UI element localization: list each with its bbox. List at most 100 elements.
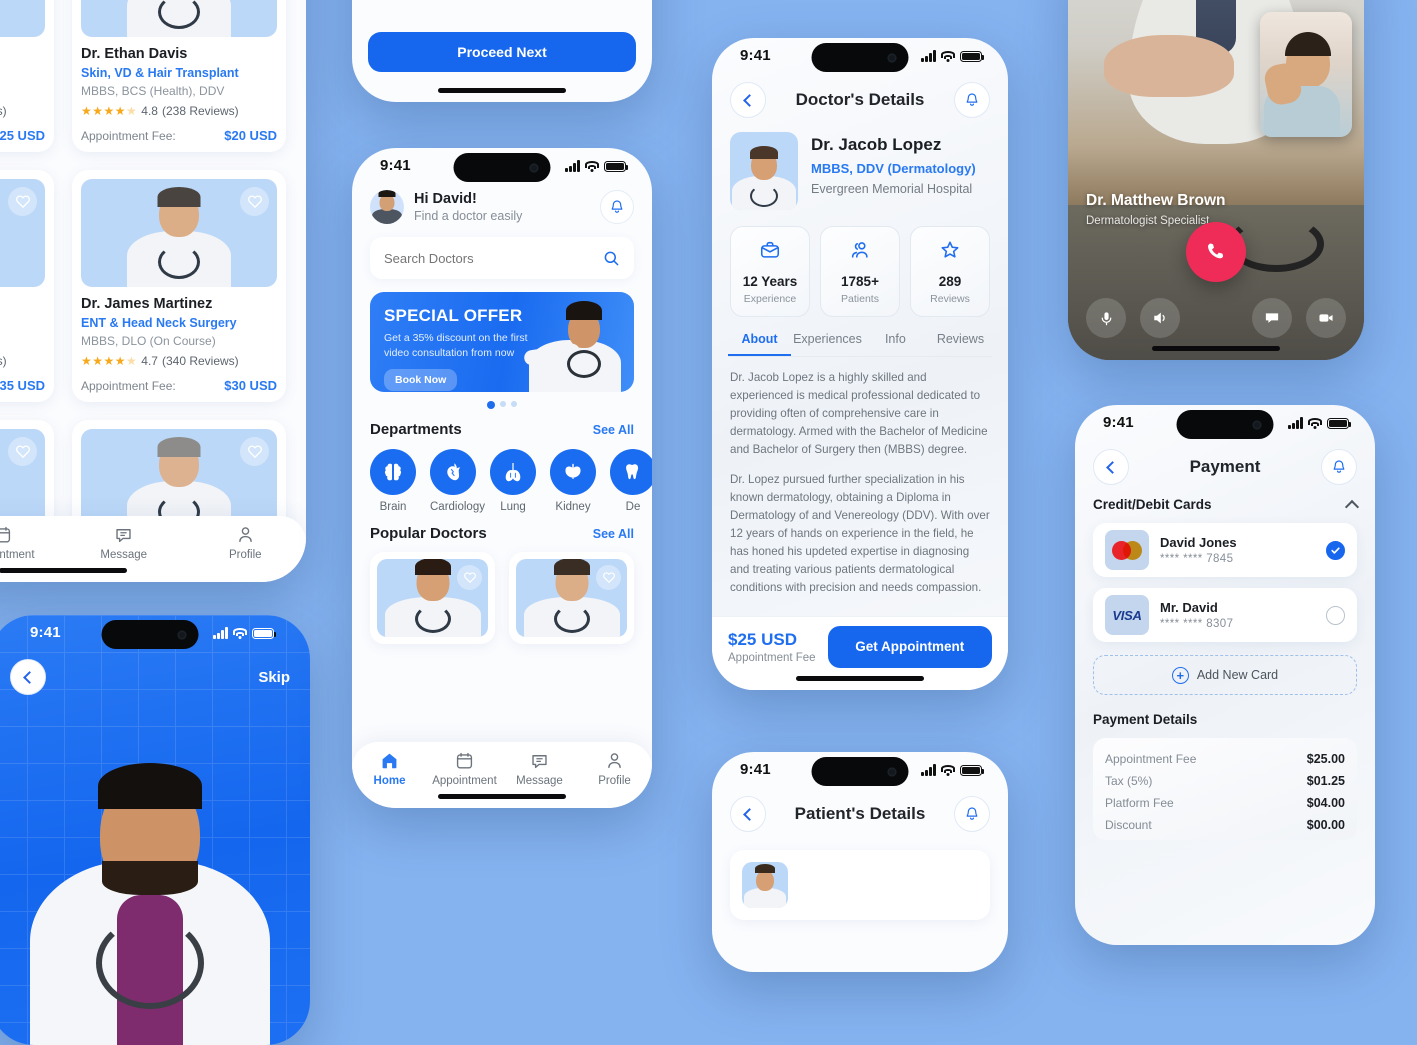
carousel-dot[interactable] [500,401,506,407]
tab-appointment[interactable]: Appointment [0,525,63,561]
payment-card-row[interactable]: VISA Mr. David **** **** 8307 [1093,588,1357,642]
proceed-next-button[interactable]: Proceed Next [368,32,636,72]
person-icon [238,527,252,543]
self-view-thumbnail[interactable] [1260,12,1352,137]
payment-details-box: Appointment Fee $25.00 Tax (5%) $01.25 P… [1093,738,1357,840]
notification-button[interactable] [954,82,990,118]
status-bar: 9:41 [1075,405,1375,445]
doctor-card[interactable]: Dr. Ethan Davis Skin, VD & Hair Transpla… [72,0,286,152]
favorite-icon[interactable] [240,437,269,466]
bottom-tab-bar: Home Appointment Message Profile [0,516,306,582]
review-count: (127 Reviews) [0,354,7,368]
doctor-card[interactable]: Dr. Noah Williams Geriatric Specialist M… [0,170,54,402]
department-brain[interactable]: Brain [370,449,416,513]
video-button[interactable] [1306,298,1346,338]
doctor-rating: ★★★★★ 4.6 (127 Reviews) [0,354,45,368]
search-bar[interactable] [370,237,634,279]
favorite-icon[interactable] [240,187,269,216]
status-icons [1288,417,1352,429]
popular-doctors-see-all[interactable]: See All [593,527,634,541]
tab-profile[interactable]: Profile [577,751,652,787]
department-lung[interactable]: Lung [490,449,536,513]
bell-icon [611,200,623,213]
doctor-photo [0,0,45,37]
nav-bar: Patient's Details [712,792,1008,842]
rating-value: 4.8 [141,104,158,118]
search-input[interactable] [384,250,603,266]
tab-profile[interactable]: Profile [185,525,307,561]
star-rating-icons: ★★★★★ [81,354,138,368]
promo-banner[interactable]: SPECIAL OFFER Get a 35% discount on the … [370,292,634,392]
tab-label: Message [100,549,148,561]
mute-button[interactable] [1086,298,1126,338]
notification-button[interactable] [1321,449,1357,485]
tab-reviews[interactable]: Reviews [929,332,992,356]
department-kidney[interactable]: Kidney [550,449,596,513]
chevron-up-icon[interactable] [1344,499,1360,514]
tab-message[interactable]: Message [63,525,185,561]
speaker-button[interactable] [1140,298,1180,338]
doctor-degrees: MBBS, DLO (On Course) [81,334,216,348]
department-cardiology[interactable]: Cardiology [430,449,485,513]
tab-home[interactable]: Home [352,751,427,787]
fee-label: Appointment Fee [728,651,816,664]
notification-button[interactable] [600,190,634,224]
skip-button[interactable]: Skip [258,669,290,686]
status-time: 9:41 [30,624,61,641]
card-holder-name: Mr. David [1160,600,1218,615]
chevron-left-icon [743,93,756,107]
back-button[interactable] [10,659,46,695]
end-call-button[interactable] [1186,222,1246,282]
payment-detail-row: Appointment Fee $25.00 [1105,748,1345,770]
favorite-icon[interactable] [457,565,482,590]
notification-button[interactable] [954,796,990,832]
avatar[interactable] [370,190,404,224]
payment-card-row[interactable]: David Jones **** **** 7845 [1093,523,1357,577]
bell-icon [1333,460,1345,473]
doctor-rating: ★★★★★ 4.8 (238 Reviews) [81,104,277,118]
carousel-dot[interactable] [511,401,517,407]
patient-card[interactable] [730,850,990,920]
popular-doctor-card[interactable] [509,552,634,644]
get-appointment-button[interactable]: Get Appointment [827,625,992,668]
card-unselected-radio[interactable] [1326,605,1345,625]
add-new-card-button[interactable]: + Add New Card [1093,655,1357,695]
card-selected-radio[interactable] [1326,540,1345,560]
tab-message[interactable]: Message [502,751,577,787]
doctor-photo [377,559,488,637]
chat-button[interactable] [1252,298,1292,338]
favorite-icon[interactable] [8,187,37,216]
fee-block: $25 USD Appointment Fee [728,630,816,664]
onboarding-phone: 9:41 Skip [0,615,310,1045]
brain-icon-bubble [370,449,416,495]
doctor-card[interactable]: Dr. Jacob Lopez Dermatologist Specialist… [0,0,54,152]
tab-info[interactable]: Info [864,332,927,356]
cards-section-header[interactable]: Credit/Debit Cards [1075,495,1375,514]
departments-see-all[interactable]: See All [593,423,634,437]
app-showcase-stage: Dr. Jacob Lopez Dermatologist Specialist… [0,0,1417,1045]
popular-doctor-card[interactable] [370,552,495,644]
tab-label: Appointment [432,775,497,787]
favorite-icon[interactable] [8,437,37,466]
fee-value: $25 USD [728,629,797,649]
back-button[interactable] [730,796,766,832]
tab-label: Home [373,775,406,787]
department-dental[interactable]: De [610,449,652,513]
departments-row[interactable]: Brain Cardiology Lung Kidney De [352,438,652,513]
doctor-degrees: MBBS, DDV (Dermatology) [811,161,976,176]
tab-about[interactable]: About [728,332,792,356]
tab-appointment[interactable]: Appointment [427,751,502,787]
status-bar: 9:41 [712,752,1008,792]
favorite-icon[interactable] [596,565,621,590]
carousel-dots[interactable] [352,401,652,409]
doctor-name: Dr. Noah Williams [0,296,45,312]
doctor-card[interactable]: Dr. James Martinez ENT & Head Neck Surge… [72,170,286,402]
book-now-button[interactable]: Book Now [384,368,458,391]
back-button[interactable] [1093,449,1129,485]
tab-experiences[interactable]: Experiences [793,332,862,356]
doctor-list-phone: Dr. Jacob Lopez Dermatologist Specialist… [0,0,306,582]
carousel-dot[interactable] [487,401,495,409]
back-button[interactable] [730,82,766,118]
tab-label: Appointment [0,549,35,561]
plus-icon: + [1171,666,1189,684]
